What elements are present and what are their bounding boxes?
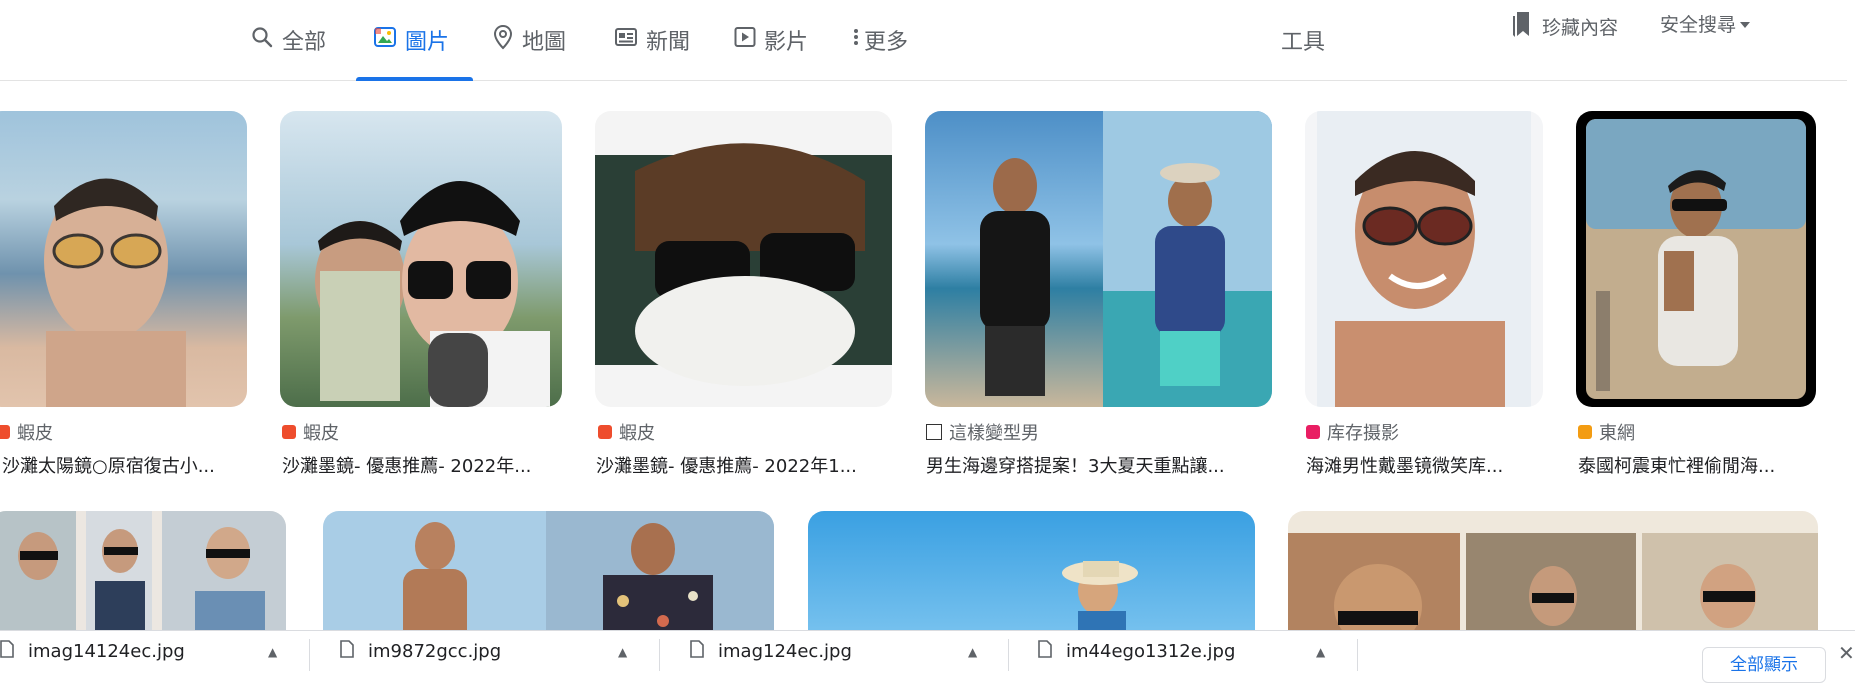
result-source: 東網 — [1578, 419, 1635, 445]
divider — [1008, 639, 1009, 671]
result-title[interactable]: 沙灘墨鏡- 優惠推薦- 2022年... — [282, 452, 552, 478]
download-filename: imag124ec.jpg — [718, 640, 852, 662]
map-pin-icon — [492, 24, 514, 56]
play-icon — [734, 26, 756, 54]
chevron-up-icon[interactable]: ▲ — [268, 645, 277, 659]
tab-images-label: 圖片 — [405, 30, 450, 55]
tab-maps[interactable]: 地圖 — [492, 0, 566, 80]
result-thumbnail[interactable] — [1576, 111, 1816, 407]
saved-label: 珍藏內容 — [1542, 17, 1619, 39]
image-icon — [373, 25, 397, 55]
result-thumbnail[interactable] — [595, 111, 892, 407]
tab-more[interactable]: 更多 — [852, 0, 908, 80]
close-icon[interactable]: ✕ — [1838, 641, 1855, 665]
search-tabs-bar: 全部 圖片 地圖 新聞 影片 更多 工具 珍藏內容 安全搜尋 — [0, 0, 1855, 81]
dropdown-arrow-icon — [1739, 13, 1751, 35]
download-filename: im9872gcc.jpg — [368, 640, 502, 662]
divider — [659, 639, 660, 671]
result-title[interactable]: 海滩男性戴墨镜微笑库... — [1306, 452, 1532, 478]
safe-search-dropdown[interactable]: 安全搜尋 — [1660, 10, 1751, 37]
downloads-bar: imag14124ec.jpg ▲ im9872gcc.jpg ▲ imag12… — [0, 630, 1855, 683]
show-all-downloads-button[interactable]: 全部顯示 — [1702, 647, 1826, 683]
saved-button[interactable]: 珍藏內容 — [1510, 10, 1618, 43]
site-logo-icon — [1578, 425, 1592, 439]
shopee-icon — [598, 425, 612, 439]
chevron-up-icon[interactable]: ▲ — [618, 645, 627, 659]
chevron-up-icon[interactable]: ▲ — [1316, 645, 1325, 659]
newspaper-icon — [614, 26, 638, 54]
tab-all[interactable]: 全部 — [250, 0, 326, 80]
file-icon — [0, 639, 14, 663]
result-title[interactable]: 泰國柯震東忙裡偷閒海... — [1578, 452, 1814, 478]
tab-videos-label: 影片 — [764, 30, 809, 55]
divider — [1357, 639, 1358, 671]
result-thumbnail[interactable] — [280, 111, 562, 407]
result-title[interactable]: 男生海邊穿搭提案！3大夏天重點讓... — [926, 452, 1261, 478]
tab-maps-label: 地圖 — [522, 30, 567, 55]
result-title[interactable]: 沙灘太陽鏡○原宿復古小... — [2, 452, 232, 478]
site-logo-icon — [926, 424, 942, 440]
result-source: 這樣變型男 — [926, 419, 1039, 445]
bookmark-icon — [1510, 10, 1532, 43]
file-icon — [340, 639, 354, 663]
scrollbar[interactable] — [1847, 0, 1855, 630]
shopee-icon — [0, 425, 10, 439]
download-filename: im44ego1312e.jpg — [1066, 640, 1236, 662]
tab-videos[interactable]: 影片 — [734, 0, 808, 80]
download-filename: imag14124ec.jpg — [28, 640, 185, 662]
shopee-icon — [282, 425, 296, 439]
result-thumbnail[interactable] — [0, 111, 247, 407]
download-item[interactable]: im9872gcc.jpg — [340, 631, 501, 671]
search-icon — [250, 25, 274, 55]
result-source: 蝦皮 — [282, 419, 339, 445]
download-item[interactable]: imag14124ec.jpg — [0, 631, 185, 671]
file-icon — [690, 639, 704, 663]
tab-images[interactable]: 圖片 — [356, 0, 473, 81]
tab-news-label: 新聞 — [646, 30, 691, 55]
tools-button[interactable]: 工具 — [1281, 24, 1325, 56]
result-thumbnail[interactable] — [925, 111, 1272, 407]
result-thumbnail[interactable] — [1305, 111, 1543, 407]
site-logo-icon — [1306, 425, 1320, 439]
result-title[interactable]: 沙灘墨鏡- 優惠推薦- 2022年1... — [596, 452, 880, 478]
result-source: 库存摄影 — [1306, 419, 1399, 445]
safe-search-label: 安全搜尋 — [1660, 14, 1737, 36]
divider — [309, 639, 310, 671]
tab-all-label: 全部 — [282, 30, 327, 55]
result-source: 蝦皮 — [598, 419, 655, 445]
chevron-up-icon[interactable]: ▲ — [968, 645, 977, 659]
file-icon — [1038, 639, 1052, 663]
download-item[interactable]: imag124ec.jpg — [690, 631, 852, 671]
result-source: 蝦皮 — [0, 419, 53, 445]
download-item[interactable]: im44ego1312e.jpg — [1038, 631, 1235, 671]
tab-more-label: 更多 — [864, 30, 909, 55]
tab-news[interactable]: 新聞 — [614, 0, 690, 80]
more-vert-icon — [852, 26, 860, 54]
